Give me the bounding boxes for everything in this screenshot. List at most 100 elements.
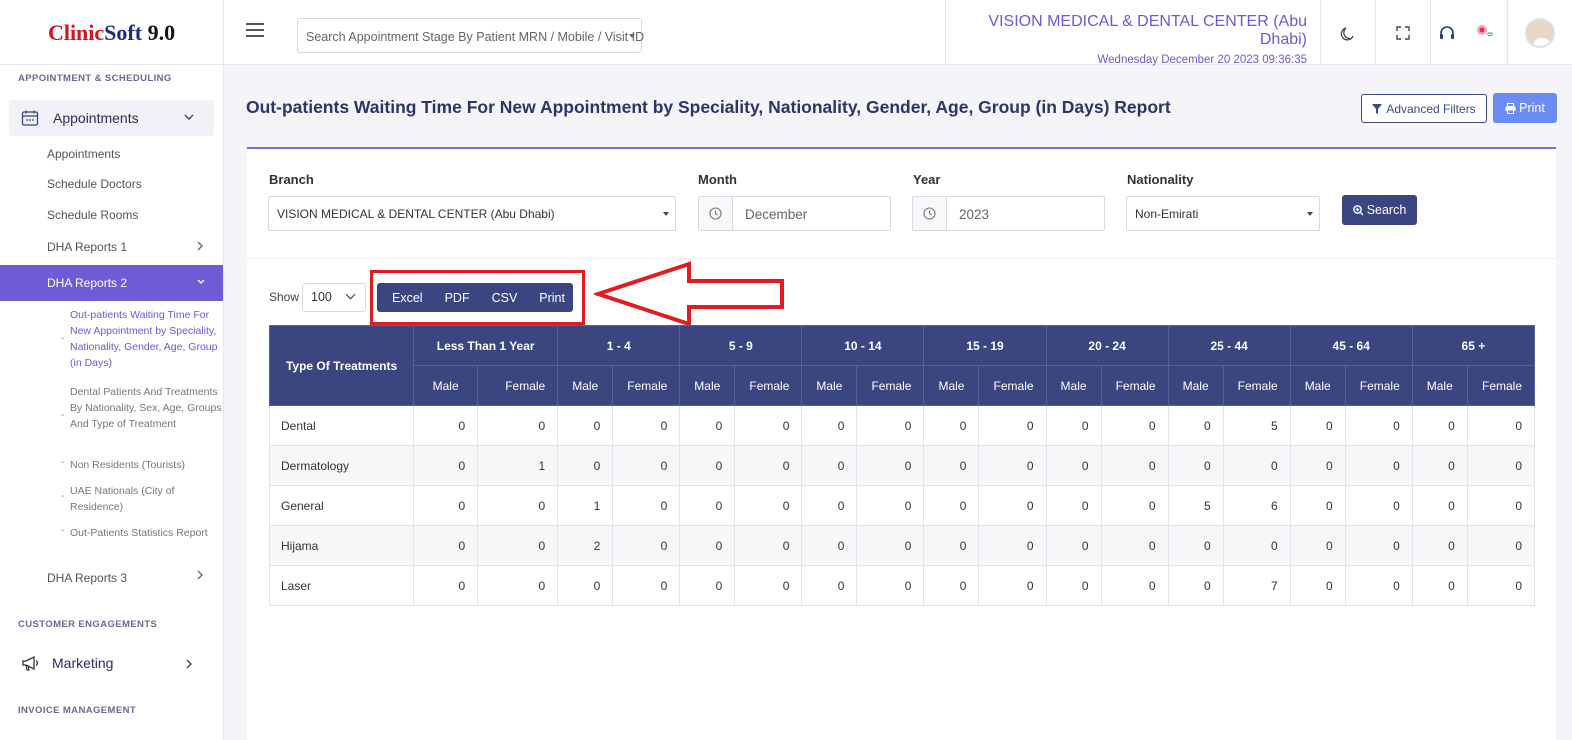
header-age-group: 45 - 64	[1289, 325, 1413, 366]
sidebar-item-label: Marketing	[52, 655, 114, 671]
table-cell: 0	[1344, 525, 1413, 566]
sidebar-item-appointments[interactable]: Appointments	[9, 100, 214, 136]
sidebar-subitem-non-residents[interactable]: Non Residents (Tourists)	[70, 457, 222, 473]
table-cell: 0	[612, 405, 681, 446]
show-label: Show	[269, 290, 300, 304]
table-cell: 0	[679, 485, 736, 526]
table-cell: 0	[1289, 445, 1346, 486]
table-cell: 5	[1222, 405, 1291, 446]
table-cell: 0	[612, 485, 681, 526]
month-input[interactable]: December	[698, 196, 891, 231]
annotation-arrow-icon	[594, 261, 784, 327]
header-male: Male	[1289, 365, 1346, 406]
sidebar-subitem-out-patients-statistics[interactable]: Out-Patients Statistics Report	[70, 525, 222, 541]
table-cell: 1	[477, 445, 559, 486]
sidebar-item-dha-reports-3[interactable]: DHA Reports 3	[47, 571, 127, 585]
page-size-value: 100	[311, 290, 332, 304]
nationality-select[interactable]: Non-Emirati	[1126, 196, 1320, 231]
table-cell: 0	[1100, 565, 1169, 606]
page-size-select[interactable]: 100	[302, 283, 366, 312]
menu-toggle-icon[interactable]	[246, 23, 264, 39]
advanced-filters-label: Advanced Filters	[1386, 101, 1476, 116]
table-cell: 0	[1289, 525, 1346, 566]
page-title: Out-patients Waiting Time For New Appoin…	[246, 97, 1171, 117]
treatment-name: Dental	[268, 405, 415, 446]
header-female: Female	[612, 365, 681, 406]
sidebar-item-dha-reports-1[interactable]: DHA Reports 1	[47, 240, 127, 254]
print-button[interactable]: Print	[1493, 93, 1557, 123]
sidebar-subitem-dental-patients[interactable]: Dental Patients And Treatments By Nation…	[70, 384, 222, 432]
table-cell: 0	[1411, 405, 1468, 446]
calendar-icon	[21, 110, 39, 126]
chevron-down-icon	[197, 279, 205, 284]
live-status-button[interactable]	[1463, 0, 1508, 65]
search-button[interactable]: Search	[1342, 195, 1417, 225]
search-label: Search	[1366, 203, 1407, 217]
chevron-down-icon	[629, 34, 635, 38]
treatment-name: Hijama	[268, 525, 415, 566]
search-plus-icon	[1352, 204, 1364, 215]
table-cell: 0	[1466, 405, 1536, 446]
header-female: Female	[978, 365, 1047, 406]
table-cell: 0	[1100, 405, 1169, 446]
table-cell: 6	[1222, 485, 1291, 526]
header-female: Female	[734, 365, 803, 406]
table-cell: 0	[923, 525, 980, 566]
table-cell: 0	[413, 525, 479, 566]
sidebar-item-dha-reports-2[interactable]: DHA Reports 2	[0, 265, 223, 301]
branch-select[interactable]: VISION MEDICAL & DENTAL CENTER (Abu Dhab…	[268, 196, 676, 231]
table-cell: 0	[1167, 445, 1224, 486]
logo-part1: Clinic	[47, 19, 105, 45]
advanced-filters-button[interactable]: Advanced Filters	[1361, 94, 1487, 123]
table-cell: 0	[1167, 405, 1224, 446]
table-cell: 0	[413, 405, 479, 446]
year-input[interactable]: 2023	[912, 196, 1105, 231]
table-cell: 0	[978, 445, 1047, 486]
report-card: Branch VISION MEDICAL & DENTAL CENTER (A…	[247, 147, 1556, 740]
sidebar-item-marketing[interactable]: Marketing	[9, 645, 214, 681]
table-cell: 0	[1344, 565, 1413, 606]
table-cell: 5	[1167, 485, 1224, 526]
printer-icon	[1505, 102, 1516, 114]
table-cell: 0	[1222, 525, 1291, 566]
bullet: -	[61, 410, 65, 421]
sidebar-subitem-schedule-rooms[interactable]: Schedule Rooms	[47, 208, 138, 222]
table-cell: 0	[477, 485, 559, 526]
chevron-right-icon	[197, 241, 203, 251]
sidebar-subitem-uae-nationals[interactable]: UAE Nationals (City of Residence)	[70, 483, 222, 515]
table-cell: 0	[734, 405, 803, 446]
nationality-value: Non-Emirati	[1135, 207, 1199, 221]
header-age-group: 20 - 24	[1045, 325, 1169, 366]
table-cell: 0	[1466, 485, 1536, 526]
support-button[interactable]	[1431, 0, 1463, 65]
table-cell: 0	[1100, 525, 1169, 566]
table-cell: 0	[978, 485, 1047, 526]
year-label: Year	[913, 172, 941, 187]
moon-icon	[1340, 26, 1354, 40]
chevron-down-icon	[184, 114, 194, 120]
sidebar-item-label: Appointments	[53, 110, 139, 126]
bullet: -	[61, 333, 65, 344]
header-male: Male	[801, 365, 858, 406]
table-cell: 0	[1045, 525, 1102, 566]
print-label: Print	[1519, 101, 1545, 115]
appointment-search-select[interactable]: Search Appointment Stage By Patient MRN …	[297, 18, 644, 53]
sidebar-subitem-schedule-doctors[interactable]: Schedule Doctors	[47, 177, 142, 191]
table-cell: 0	[1100, 445, 1169, 486]
table-cell: 0	[413, 565, 479, 606]
table-cell: 7	[1222, 565, 1291, 606]
table-cell: 0	[1100, 485, 1169, 526]
table-cell: 0	[801, 485, 858, 526]
sidebar-subitem-appointments[interactable]: Appointments	[47, 147, 120, 161]
chevron-down-icon	[663, 212, 669, 216]
chevron-down-icon	[345, 289, 356, 300]
logo[interactable]: ClinicSoft 9.0	[0, 0, 224, 65]
header-type-of-treatments[interactable]: Type Of Treatments	[268, 325, 415, 406]
header-age-group: 15 - 19	[923, 325, 1047, 366]
sidebar-subitem-waiting-time-report[interactable]: Out-patients Waiting Time For New Appoin…	[70, 307, 222, 371]
fullscreen-button[interactable]	[1376, 0, 1431, 65]
headset-icon	[1440, 25, 1454, 39]
bullet: -	[61, 525, 65, 536]
user-menu[interactable]	[1508, 0, 1572, 65]
dark-mode-button[interactable]	[1321, 0, 1376, 65]
